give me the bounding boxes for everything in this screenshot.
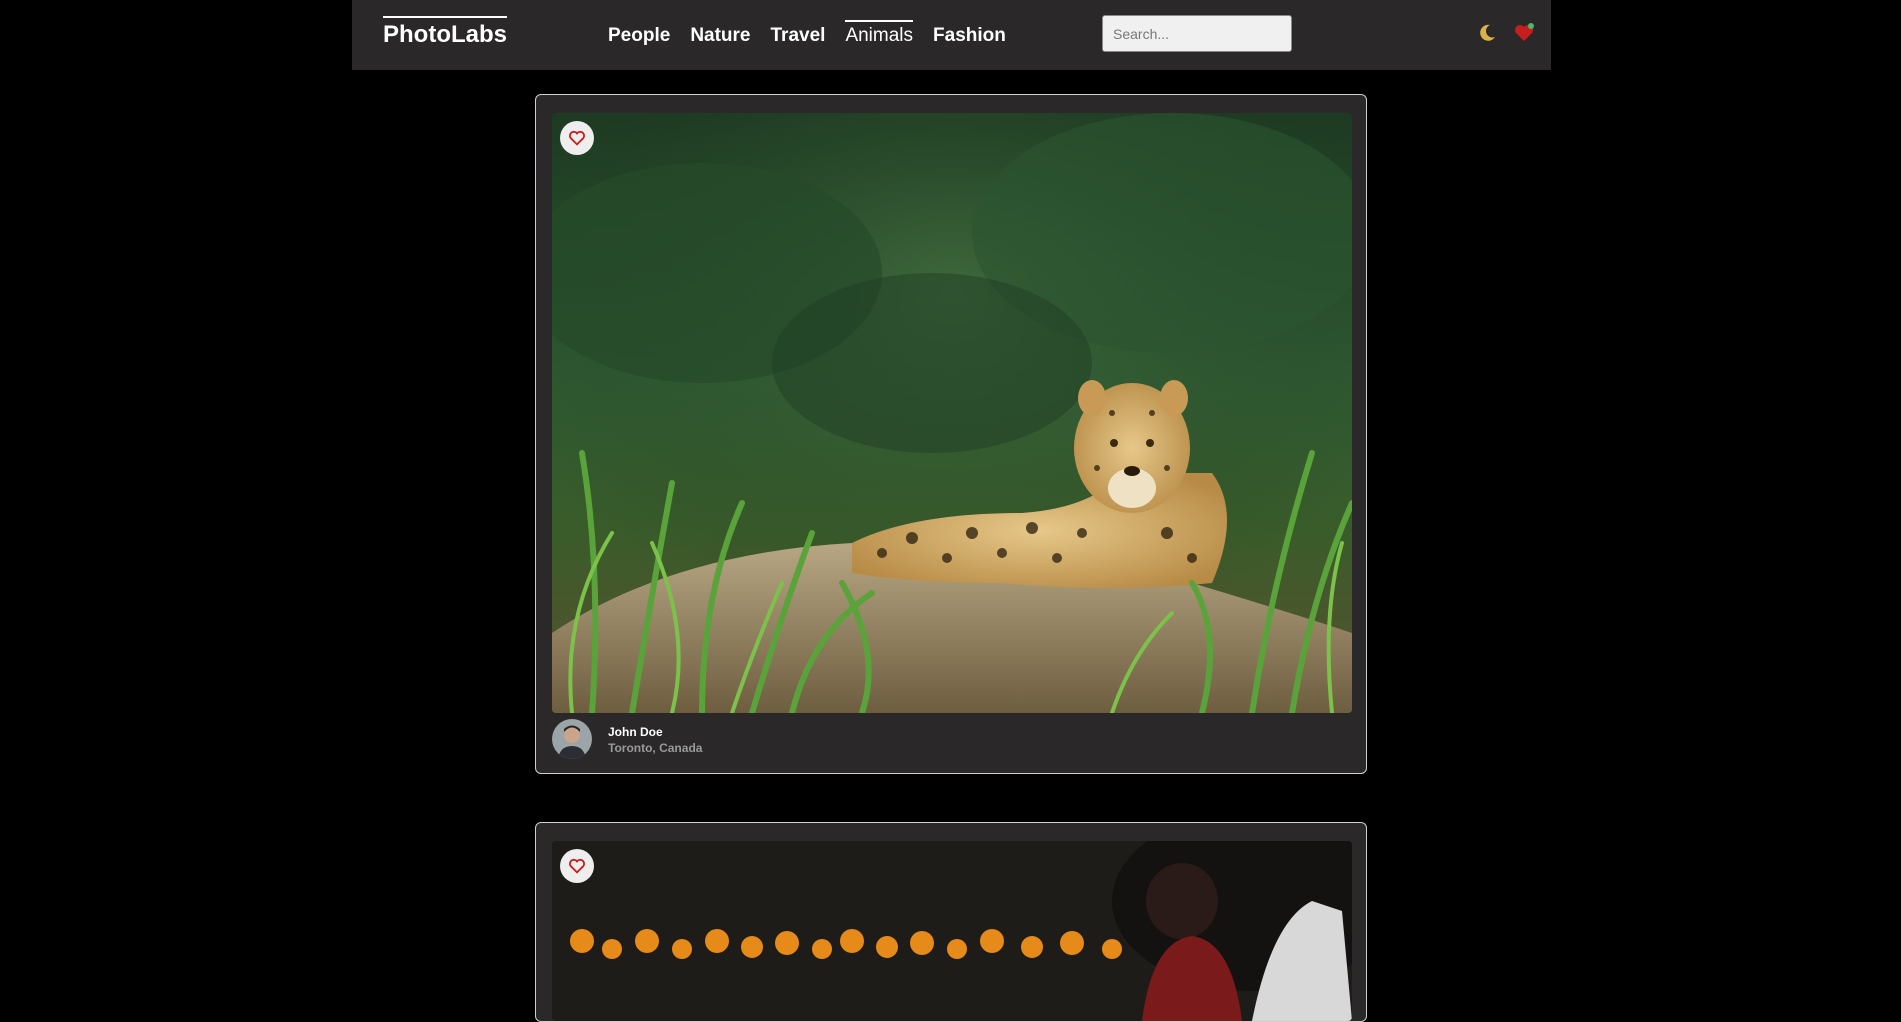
photographer-location: Toronto, Canada	[608, 741, 703, 755]
like-button[interactable]	[560, 121, 594, 155]
heart-outline-icon	[569, 858, 585, 874]
topic-animals[interactable]: Animals	[845, 20, 914, 47]
photo-image[interactable]	[552, 113, 1352, 713]
photo-image[interactable]	[552, 841, 1352, 1021]
topic-list: People Nature Travel Animals Fashion	[608, 20, 1026, 47]
photographer-name[interactable]: John Doe	[608, 725, 663, 739]
favourites-heart-icon[interactable]	[1513, 22, 1535, 44]
like-button[interactable]	[560, 849, 594, 883]
topic-travel[interactable]: Travel	[771, 20, 826, 47]
photo-card[interactable]: John Doe Toronto, Canada	[535, 94, 1367, 774]
heart-outline-icon	[569, 130, 585, 146]
search-input[interactable]	[1102, 15, 1292, 52]
photo-card[interactable]	[535, 822, 1367, 1022]
notification-dot	[1528, 23, 1534, 29]
top-nav-bar: PhotoLabs People Nature Travel Animals F…	[352, 0, 1551, 70]
topic-people[interactable]: People	[608, 20, 670, 47]
topic-fashion[interactable]: Fashion	[933, 20, 1006, 47]
logo[interactable]: PhotoLabs	[383, 16, 507, 48]
moon-icon[interactable]	[1476, 22, 1498, 44]
avatar[interactable]	[552, 719, 592, 759]
topic-nature[interactable]: Nature	[690, 20, 750, 47]
